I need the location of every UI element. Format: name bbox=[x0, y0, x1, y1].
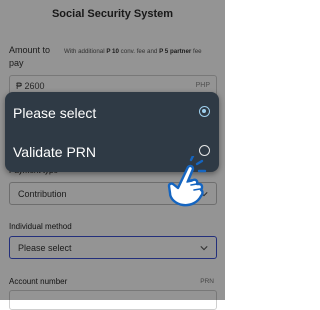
modal-overlay-top[interactable] bbox=[0, 0, 225, 92]
hand-pointer-icon bbox=[167, 156, 207, 207]
option-label: Please select bbox=[13, 105, 97, 121]
option-label: Validate PRN bbox=[13, 144, 97, 160]
option-please-select[interactable]: Please select bbox=[5, 94, 219, 132]
radio-selected-icon[interactable] bbox=[199, 106, 210, 117]
radio-unselected-icon[interactable] bbox=[199, 145, 210, 156]
